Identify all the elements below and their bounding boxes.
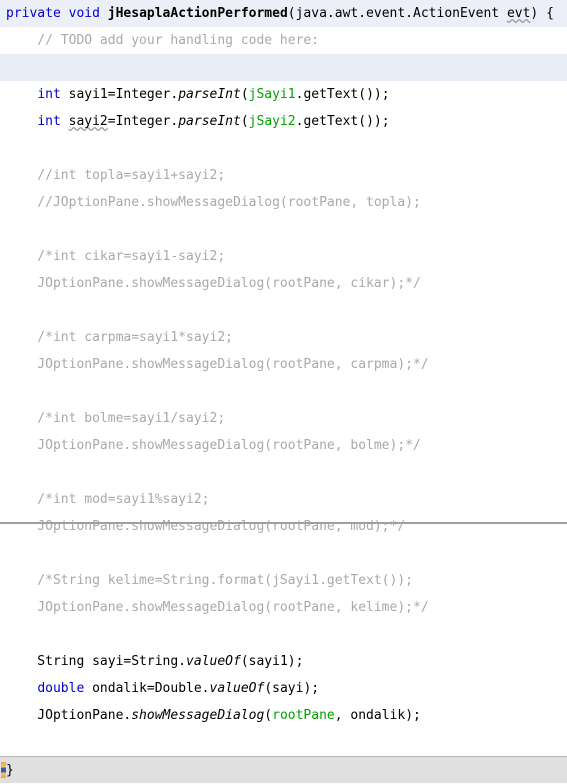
- code-token: String sayi=String.: [6, 654, 187, 669]
- code-token: =Integer.: [107, 114, 179, 129]
- code-token: valueOf: [209, 681, 265, 696]
- code-token: (java.awt.event.ActionEvent: [287, 6, 507, 21]
- code-token: evt: [506, 6, 531, 21]
- code-line[interactable]: JOptionPane.showMessageDialog(rootPane, …: [0, 270, 567, 297]
- code-token: parseInt: [178, 87, 241, 102]
- code-line[interactable]: JOptionPane.showMessageDialog(rootPane, …: [0, 702, 567, 729]
- code-line[interactable]: JOptionPane.showMessageDialog(rootPane, …: [0, 432, 567, 459]
- code-token: JOptionPane.showMessageDialog(rootPane, …: [6, 276, 421, 291]
- code-token: rootPane: [272, 708, 335, 723]
- code-line[interactable]: //JOptionPane.showMessageDialog(rootPane…: [0, 189, 567, 216]
- code-token: //int topla=sayi1+sayi2;: [6, 168, 226, 183]
- code-token: }: [6, 763, 14, 778]
- code-token: valueOf: [186, 654, 241, 669]
- code-token: sayi2: [68, 114, 108, 129]
- code-token: JOptionPane.showMessageDialog(rootPane, …: [6, 600, 429, 615]
- code-line[interactable]: [0, 729, 567, 756]
- code-line[interactable]: }: [0, 756, 567, 783]
- code-line[interactable]: //int topla=sayi1+sayi2;: [0, 162, 567, 189]
- code-token: , ondalik);: [334, 708, 421, 723]
- code-token: (: [264, 708, 273, 723]
- code-token: /*String kelime=String.format(jSayi1.get…: [6, 573, 413, 588]
- code-line[interactable]: double ondalik=Double.valueOf(sayi);: [0, 675, 567, 702]
- code-token: JOptionPane.: [6, 708, 132, 723]
- code-line[interactable]: /*int mod=sayi1%sayi2;: [0, 486, 567, 513]
- code-line[interactable]: [0, 540, 567, 567]
- code-token: int: [37, 114, 61, 129]
- code-line[interactable]: [0, 135, 567, 162]
- code-line[interactable]: [0, 216, 567, 243]
- code-token: /*int carpma=sayi1*sayi2;: [6, 330, 233, 345]
- code-token: jSayi1: [248, 87, 296, 102]
- code-line[interactable]: int sayi2=Integer.parseInt(jSayi2.getTex…: [0, 108, 567, 135]
- code-token: jHesaplaActionPerformed: [107, 6, 288, 21]
- code-token: jSayi2: [248, 114, 296, 129]
- code-token: /*int mod=sayi1%sayi2;: [6, 492, 210, 507]
- code-line[interactable]: /*int cikar=sayi1-sayi2;: [0, 243, 567, 270]
- code-line[interactable]: [0, 297, 567, 324]
- code-token: .getText());: [295, 114, 390, 129]
- code-token: (sayi);: [264, 681, 320, 696]
- code-editor[interactable]: private void jHesaplaActionPerformed(jav…: [0, 0, 567, 783]
- code-line[interactable]: String sayi=String.valueOf(sayi1);: [0, 648, 567, 675]
- code-line[interactable]: [0, 54, 567, 81]
- code-token: //JOptionPane.showMessageDialog(rootPane…: [6, 195, 421, 210]
- code-token: sayi1=Integer.: [60, 87, 179, 102]
- code-token: int: [37, 87, 61, 102]
- code-token: JOptionPane.showMessageDialog(rootPane, …: [6, 438, 421, 453]
- code-line[interactable]: /*String kelime=String.format(jSayi1.get…: [0, 567, 567, 594]
- code-token: showMessageDialog: [131, 708, 265, 723]
- code-line[interactable]: JOptionPane.showMessageDialog(rootPane, …: [0, 594, 567, 621]
- code-line[interactable]: private void jHesaplaActionPerformed(jav…: [0, 0, 567, 27]
- code-line[interactable]: [0, 459, 567, 486]
- code-token: (: [240, 114, 249, 129]
- code-token: ondalik=Double.: [84, 681, 210, 696]
- code-token: parseInt: [178, 114, 241, 129]
- code-line[interactable]: [0, 378, 567, 405]
- code-token: .getText());: [295, 87, 390, 102]
- code-line[interactable]: [0, 621, 567, 648]
- code-token: private: [6, 6, 61, 21]
- code-line[interactable]: // TODO add your handling code here:: [0, 27, 567, 54]
- code-line[interactable]: /*int bolme=sayi1/sayi2;: [0, 405, 567, 432]
- code-token: void: [68, 6, 100, 21]
- code-line[interactable]: int sayi1=Integer.parseInt(jSayi1.getTex…: [0, 81, 567, 108]
- code-lines-container[interactable]: private void jHesaplaActionPerformed(jav…: [0, 0, 567, 783]
- annotation-marker-icon[interactable]: [1, 762, 6, 778]
- code-token: (: [240, 87, 249, 102]
- code-token: (sayi1);: [240, 654, 304, 669]
- code-line[interactable]: JOptionPane.showMessageDialog(rootPane, …: [0, 513, 567, 540]
- code-line[interactable]: /*int carpma=sayi1*sayi2;: [0, 324, 567, 351]
- code-token: /*int bolme=sayi1/sayi2;: [6, 411, 226, 426]
- code-token: // TODO add your handling code here:: [6, 33, 320, 48]
- code-token: /*int cikar=sayi1-sayi2;: [6, 249, 226, 264]
- code-token: double: [37, 681, 85, 696]
- code-line[interactable]: JOptionPane.showMessageDialog(rootPane, …: [0, 351, 567, 378]
- code-token: JOptionPane.showMessageDialog(rootPane, …: [6, 357, 429, 372]
- code-token: ) {: [530, 6, 554, 21]
